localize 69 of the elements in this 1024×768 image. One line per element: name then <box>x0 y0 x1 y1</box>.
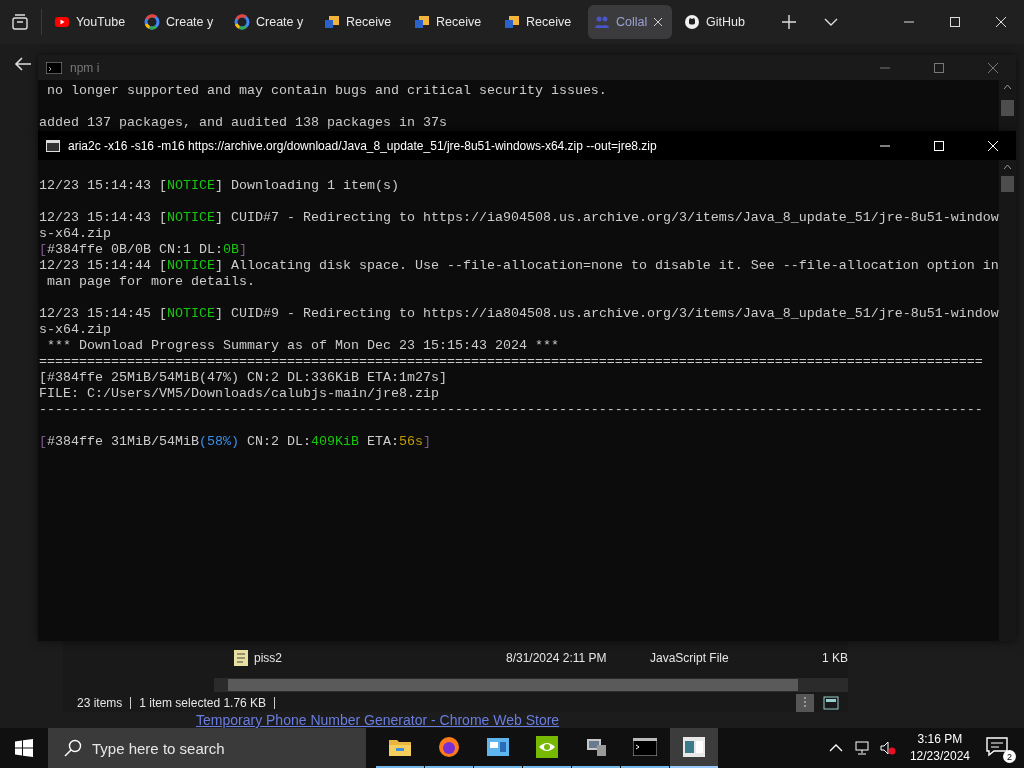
new-tab-button[interactable] <box>782 15 796 29</box>
colored-ring-icon <box>144 14 160 30</box>
terminal-line: 12/23 15:14:44 [NOTICE] Allocating disk space. Use --file-allocation=none to disable it. See --file-allocation option in <box>39 258 999 274</box>
terminal-line: ====================================================================================================================== <box>39 354 984 370</box>
mail-app-icon <box>414 14 430 30</box>
window-title: aria2c -x16 -s16 -m16 https://archive.org/download/Java_8_update_51/jre-8u51-windows-x64.zip --out=jre8.zip <box>68 138 658 153</box>
start-button[interactable] <box>15 739 33 757</box>
network-icon[interactable] <box>853 740 870 756</box>
terminal-line: man page for more details. <box>46 274 256 290</box>
terminal-line: ---------------------------------------------------------------------------------------------------------------------- <box>39 402 984 418</box>
horizontal-scrollbar[interactable] <box>214 678 848 692</box>
browser-tab[interactable]: Collal <box>588 5 672 39</box>
page-link[interactable]: Temporary Phone Number Generator - Chrome Web Store <box>196 712 560 728</box>
file-date: 8/31/2024 2:11 PM <box>506 651 608 665</box>
browser-tab[interactable]: Create y <box>138 5 222 39</box>
file-name: piss2 <box>254 651 283 665</box>
fox-globe-icon <box>438 736 460 758</box>
app-window-icon <box>46 139 60 152</box>
notification-button[interactable]: 2 <box>984 733 1014 763</box>
back-arrow-icon[interactable] <box>14 56 32 72</box>
search-field[interactable]: Type here to search <box>48 728 366 768</box>
browser-tab[interactable]: GitHub <box>678 5 762 39</box>
terminal-line: [#384ffe 31MiB/54MiB(58%) CN:2 DL:409KiB ETA:56s] <box>39 434 432 450</box>
browser-tab[interactable]: Receive <box>318 5 402 39</box>
terminal-line: *** Download Progress Summary as of Mon Dec 23 15:15:43 2024 *** <box>46 338 560 354</box>
tiles-view-button[interactable] <box>822 694 840 712</box>
file-row[interactable]: piss2 8/31/2024 2:11 PM JavaScript File 1 KB <box>214 648 848 668</box>
computer-icon <box>585 736 607 758</box>
mail-app-icon <box>504 14 520 30</box>
video-play-icon <box>54 14 70 30</box>
window-app-icon <box>487 738 509 756</box>
file-size: 1 KB <box>821 651 848 665</box>
colored-ring-icon <box>234 14 250 30</box>
terminal-line: s-x64.zip <box>39 322 112 338</box>
people-icon <box>594 14 610 30</box>
file-type: JavaScript File <box>650 651 730 665</box>
cat-logo-icon <box>684 14 700 30</box>
item-count: 23 items <box>77 696 123 710</box>
browser-tab[interactable]: YouTube <box>48 5 132 39</box>
taskbar-app-button[interactable] <box>670 728 718 768</box>
browser-tab[interactable]: Create y <box>228 5 312 39</box>
terminal-line: FILE: C:/Users/VM5/Downloads/calubjs-main/jre8.zip <box>39 386 440 402</box>
selection-info: 1 item selected 1.76 KB <box>139 696 267 710</box>
volume-muted-icon[interactable] <box>879 740 896 756</box>
window-title: npm i <box>70 60 101 75</box>
scrollbar-thumb[interactable] <box>1001 176 1014 192</box>
terminal-line: added 137 packages, and audited 138 packages in 37s <box>39 115 448 131</box>
tab-actions-icon[interactable] <box>11 13 29 31</box>
script-file-icon <box>234 650 248 666</box>
folder-icon <box>389 738 411 756</box>
terminal-line: [#384ffe 25MiB/54MiB(47%) CN:2 DL:336KiB ETA:1m27s] <box>39 370 448 386</box>
scrollbar-thumb[interactable] <box>1001 100 1014 116</box>
console-icon <box>46 61 62 74</box>
browser-tab[interactable]: Receive <box>408 5 492 39</box>
app-window-icon <box>683 737 705 757</box>
browser-tab[interactable]: Receive <box>498 5 582 39</box>
terminal-line: s-x64.zip <box>39 226 112 242</box>
search-icon <box>64 739 82 757</box>
terminal-line: 12/23 15:14:43 [NOTICE] CUID#7 - Redirecting to https://ia904508.us.archive.org/3/items/Java_8_update_51/jre-8u51-window <box>39 210 999 226</box>
mail-app-icon <box>324 14 340 30</box>
eye-logo-icon <box>536 736 558 758</box>
clock[interactable]: 3:16 PM 12/23/2024 <box>909 731 970 765</box>
terminal-line: [#384ffe 0B/0B CN:1 DL:0B] <box>39 242 248 258</box>
terminal-line: no longer supported and may contain bugs and critical security issues. <box>46 83 608 99</box>
terminal-line: 12/23 15:14:43 [NOTICE] Downloading 1 item(s) <box>39 178 400 194</box>
terminal-line: 12/23 15:14:45 [NOTICE] CUID#9 - Redirecting to https://ia804508.us.archive.org/3/items/Java_8_update_51/jre-8u51-window <box>39 306 999 322</box>
console-icon <box>633 738 657 756</box>
details-view-button[interactable] <box>796 694 814 712</box>
close-icon[interactable] <box>653 17 664 27</box>
